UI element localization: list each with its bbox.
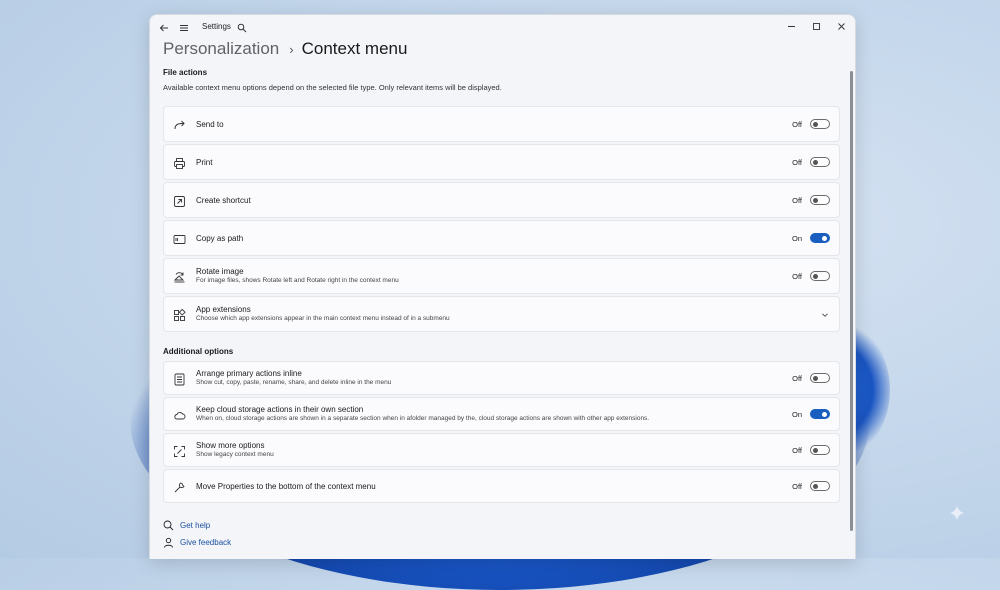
wrench-icon <box>172 480 186 494</box>
setting-row-cloud-storage[interactable]: Keep cloud storage actions in their own … <box>163 397 840 431</box>
get-help-label: Get help <box>180 520 211 530</box>
setting-row-create-shortcut[interactable]: Create shortcut Off <box>163 182 840 218</box>
scrollbar[interactable] <box>850 71 853 531</box>
close-icon <box>837 22 845 30</box>
setting-title: Arrange primary actions inline <box>196 369 302 378</box>
back-arrow-icon <box>159 24 168 32</box>
settings-window: Settings Personalization › Context menu … <box>149 14 856 559</box>
show-more-options-toggle[interactable] <box>810 445 830 455</box>
expand-icon <box>172 444 186 458</box>
setting-title: Print <box>196 158 213 167</box>
setting-row-show-more-options[interactable]: Show more options Show legacy context me… <box>163 433 840 467</box>
share-arrow-icon <box>172 118 186 132</box>
menu-button[interactable] <box>174 19 194 37</box>
setting-subtitle: Choose which app extensions appear in th… <box>196 315 450 322</box>
breadcrumb-parent-link[interactable]: Personalization <box>163 39 279 59</box>
setting-title: Create shortcut <box>196 196 251 205</box>
section-title-file-actions: File actions <box>163 68 208 77</box>
app-title: Settings <box>202 22 231 31</box>
toggle-state-label: Off <box>792 158 802 167</box>
search-button[interactable] <box>232 19 252 37</box>
printer-icon <box>172 156 186 170</box>
toggle-state-label: Off <box>792 446 802 455</box>
setting-row-rotate-image[interactable]: Rotate image For image files, shows Rota… <box>163 258 840 294</box>
setting-subtitle: Show legacy context menu <box>196 451 274 458</box>
toggle-state-label: On <box>791 410 802 419</box>
create-shortcut-toggle[interactable] <box>810 195 830 205</box>
setting-row-move-properties[interactable]: Move Properties to the bottom of the con… <box>163 469 840 503</box>
section-description: Available context menu options depend on… <box>163 83 502 92</box>
print-toggle[interactable] <box>810 157 830 167</box>
minimize-icon <box>787 25 795 27</box>
setting-row-print[interactable]: Print Off <box>163 144 840 180</box>
setting-title: Show more options <box>196 441 265 450</box>
give-feedback-label: Give feedback <box>180 537 232 547</box>
title-bar: Settings <box>150 15 855 41</box>
setting-title: Rotate image <box>196 267 244 276</box>
send-to-toggle[interactable] <box>810 119 830 129</box>
setting-title: Move Properties to the bottom of the con… <box>196 482 376 491</box>
rotate-image-toggle[interactable] <box>810 271 830 281</box>
rotate-image-icon <box>172 270 186 284</box>
section-title-additional-options: Additional options <box>163 347 234 356</box>
cloud-storage-toggle[interactable] <box>810 409 830 419</box>
setting-title: Keep cloud storage actions in their own … <box>196 405 364 414</box>
page-title: Context menu <box>301 39 408 58</box>
copy-as-path-toggle[interactable] <box>810 233 830 243</box>
setting-title: App extensions <box>196 305 251 314</box>
toggle-state-label: Off <box>792 120 802 129</box>
feedback-icon <box>162 536 174 548</box>
setting-row-send-to[interactable]: Send to Off <box>163 106 840 142</box>
toggle-state-label: Off <box>792 272 802 281</box>
app-extensions-icon <box>172 308 186 322</box>
chevron-down-icon[interactable] <box>820 310 830 320</box>
setting-row-arrange-inline[interactable]: Arrange primary actions inline Show cut,… <box>163 361 840 395</box>
back-button[interactable] <box>154 19 174 37</box>
sparkle-icon: ✦ <box>947 501 967 526</box>
arrange-inline-toggle[interactable] <box>810 373 830 383</box>
move-properties-toggle[interactable] <box>810 481 830 491</box>
breadcrumb: Personalization › Context menu <box>163 39 407 59</box>
path-icon <box>172 232 186 246</box>
toggle-state-label: On <box>791 234 802 243</box>
setting-subtitle: Show cut, copy, paste, rename, share, an… <box>196 379 392 386</box>
get-help-link[interactable]: Get help <box>162 519 210 531</box>
maximize-button[interactable] <box>805 17 827 35</box>
close-button[interactable] <box>830 17 852 35</box>
toggle-state-label: Off <box>792 196 802 205</box>
setting-title: Send to <box>196 120 224 129</box>
cloud-icon <box>172 408 186 422</box>
toggle-state-label: Off <box>792 482 802 491</box>
setting-subtitle: For image files, shows Rotate left and R… <box>196 277 399 284</box>
setting-title: Copy as path <box>196 234 244 243</box>
list-icon <box>172 372 186 386</box>
search-icon <box>237 23 247 33</box>
toggle-state-label: Off <box>792 374 802 383</box>
setting-row-copy-as-path[interactable]: Copy as path On <box>163 220 840 256</box>
setting-row-app-extensions[interactable]: App extensions Choose which app extensio… <box>163 296 840 332</box>
maximize-icon <box>812 22 820 30</box>
breadcrumb-chevron-icon: › <box>289 41 294 57</box>
help-chat-icon <box>162 519 174 531</box>
hamburger-icon <box>180 25 188 31</box>
shortcut-icon <box>172 194 186 208</box>
give-feedback-link[interactable]: Give feedback <box>162 536 231 548</box>
setting-subtitle: When on, cloud storage actions are shown… <box>196 415 650 422</box>
minimize-button[interactable] <box>780 17 802 35</box>
